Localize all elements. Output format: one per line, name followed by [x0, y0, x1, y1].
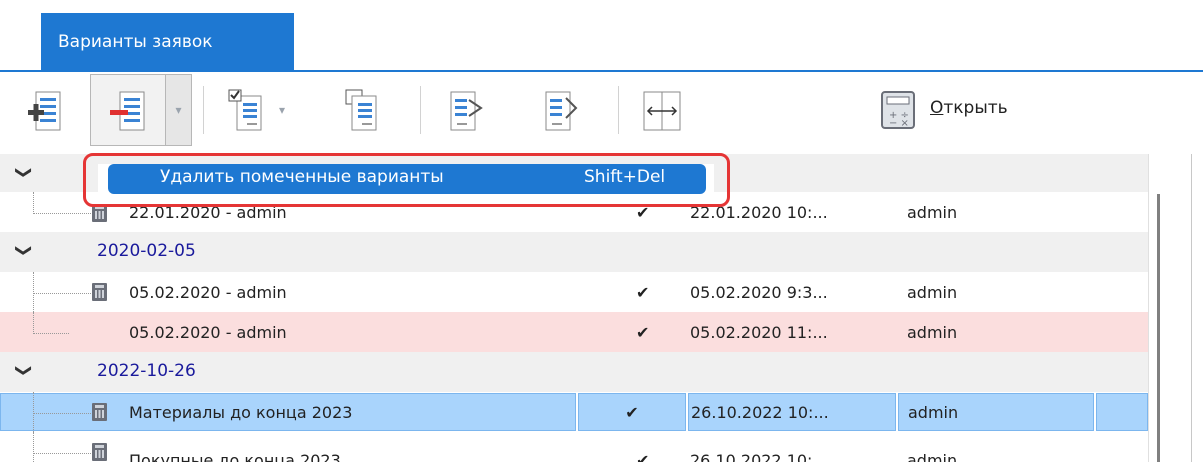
- open-label[interactable]: Открыть: [930, 98, 1008, 118]
- fit-columns-button[interactable]: [632, 74, 692, 146]
- column-width-icon: [643, 91, 681, 131]
- chevron-down-icon[interactable]: ❯: [15, 166, 34, 179]
- toolbar-separator: [618, 86, 619, 134]
- tree-line: [33, 312, 34, 334]
- variant-date: 26.10.2022 10:...: [690, 450, 828, 462]
- calculator-icon: [92, 443, 107, 461]
- tree-line: [33, 213, 91, 214]
- calculator-icon: + ÷ − ×: [881, 91, 915, 129]
- variant-date: 05.02.2020 9:3...: [690, 282, 828, 302]
- open-button[interactable]: + ÷ − ×: [868, 74, 928, 146]
- variant-user: admin: [907, 450, 958, 462]
- calculator-icon: [92, 283, 107, 301]
- tree-line: [33, 293, 91, 294]
- tab-strip: Варианты заявок: [0, 0, 1203, 72]
- panel-border: [1191, 154, 1192, 462]
- variant-name: 05.02.2020 - admin: [129, 282, 287, 302]
- tree-line: [33, 413, 91, 414]
- toolbar-separator: [420, 86, 421, 134]
- split-list-icon: [545, 91, 578, 131]
- tree-line: [33, 432, 34, 462]
- tree-line: [33, 453, 91, 454]
- split-variants-button[interactable]: [530, 74, 590, 146]
- variant-user: admin: [898, 393, 1094, 431]
- table-row[interactable]: 05.02.2020 - admin ✔ 05.02.2020 9:3... a…: [0, 272, 1148, 312]
- marked-check[interactable]: ✔: [636, 440, 666, 462]
- marked-check[interactable]: ✔: [636, 272, 666, 312]
- copy-list-icon: [345, 89, 377, 131]
- tree-line: [33, 392, 34, 432]
- marked-check[interactable]: ✔: [578, 393, 686, 431]
- delete-variant-button[interactable]: [90, 74, 166, 146]
- selected-extra-cell: [1096, 393, 1148, 431]
- group-label: 2020-02-05: [97, 241, 196, 261]
- svg-text:− ×: − ×: [889, 118, 909, 129]
- tree-line: [33, 192, 34, 214]
- variant-name: Материалы до конца 2023: [129, 402, 353, 422]
- calculator-icon: [92, 403, 107, 421]
- toolbar: ▾ ▾ + ÷ − × Открыть: [0, 72, 1203, 154]
- callout-highlight-frame: [83, 153, 730, 207]
- group-row[interactable]: ❯ 2022-10-26: [0, 352, 1148, 392]
- delete-list-icon: [110, 91, 145, 131]
- variant-name: Покупные до конца 2023: [129, 450, 341, 462]
- copy-variant-button[interactable]: [330, 74, 390, 146]
- tab-label: Варианты заявок: [58, 31, 213, 52]
- variant-user: admin: [907, 282, 958, 302]
- open-label-text: ткрыть: [943, 98, 1008, 118]
- chevron-down-icon: ▾: [175, 103, 182, 117]
- merge-list-icon: [450, 91, 483, 131]
- mark-variants-dropdown[interactable]: ▾: [272, 74, 292, 146]
- delete-variant-dropdown[interactable]: ▾: [165, 74, 192, 146]
- mark-variants-button[interactable]: [215, 74, 275, 146]
- add-list-icon: [28, 91, 61, 131]
- group-label: 2022-10-26: [97, 361, 196, 381]
- table-row-marked[interactable]: 05.02.2020 - admin ✔ 05.02.2020 11:... a…: [0, 312, 1148, 352]
- open-label-mnemonic: О: [930, 98, 944, 118]
- variant-user: admin: [907, 202, 958, 222]
- chevron-down-icon[interactable]: ❯: [15, 244, 34, 257]
- group-row[interactable]: ❯ 2020-02-05: [0, 232, 1148, 272]
- table-row-selected[interactable]: ✔ 26.10.2022 10:... admin Материалы до к…: [0, 392, 1148, 432]
- marked-check[interactable]: ✔: [636, 312, 666, 352]
- tree-line: [33, 333, 69, 334]
- scrollbar-thumb[interactable]: [1157, 194, 1160, 462]
- tree-line: [33, 272, 34, 312]
- variant-user: admin: [907, 322, 958, 342]
- variant-name: 05.02.2020 - admin: [129, 322, 287, 342]
- add-variant-button[interactable]: [16, 74, 76, 146]
- variant-date: 05.02.2020 11:...: [690, 322, 828, 342]
- checked-list-icon: [228, 89, 262, 131]
- table-row[interactable]: Покупные до конца 2023 ✔ 26.10.2022 10:.…: [0, 432, 1148, 462]
- toolbar-separator: [203, 86, 204, 134]
- merge-variants-button[interactable]: [435, 74, 495, 146]
- tab-request-variants[interactable]: Варианты заявок: [41, 13, 294, 70]
- chevron-down-icon: ▾: [278, 103, 286, 117]
- vertical-scrollbar[interactable]: [1148, 154, 1203, 462]
- variant-date: 26.10.2022 10:...: [688, 393, 896, 431]
- chevron-down-icon[interactable]: ❯: [15, 364, 34, 377]
